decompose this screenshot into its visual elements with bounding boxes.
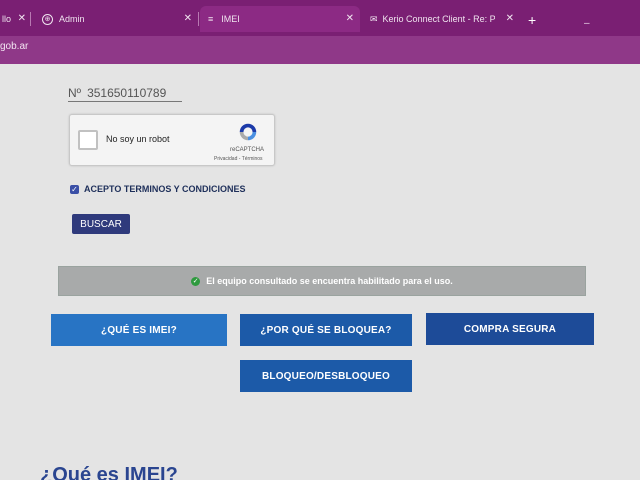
menu-icon: ≡ bbox=[208, 14, 214, 24]
tab-label: llo bbox=[2, 14, 12, 24]
block-unblock-button[interactable]: BLOQUEO/DESBLOQUEO bbox=[240, 360, 412, 392]
recaptcha-widget: No soy un robot reCAPTCHA Privacidad - T… bbox=[69, 114, 275, 166]
close-icon[interactable]: ✕ bbox=[184, 13, 192, 24]
search-button[interactable]: BUSCAR bbox=[72, 214, 130, 234]
imei-input[interactable]: Nº 351650110789 bbox=[68, 84, 182, 102]
recaptcha-brand: reCAPTCHA bbox=[230, 147, 265, 153]
url-text[interactable]: gob.ar bbox=[0, 41, 28, 52]
recaptcha-checkbox[interactable] bbox=[78, 130, 98, 150]
what-is-imei-button[interactable]: ¿QUÉ ES IMEI? bbox=[51, 314, 227, 346]
tab-label: Admin bbox=[59, 14, 85, 24]
terms-checkbox[interactable]: ✓ ACEPTO TERMINOS Y CONDICIONES bbox=[70, 184, 246, 194]
terms-label: ACEPTO TERMINOS Y CONDICIONES bbox=[84, 184, 246, 194]
globe-icon: ⊕ bbox=[42, 13, 53, 25]
imei-value: 351650110789 bbox=[87, 85, 167, 100]
address-bar[interactable]: gob.ar bbox=[0, 36, 640, 64]
status-banner: ✓ El equipo consultado se encuentra habi… bbox=[58, 266, 586, 296]
section-heading: ¿Qué es IMEI? bbox=[40, 464, 178, 480]
mail-icon: ✉ bbox=[370, 13, 378, 24]
imei-prefix: Nº bbox=[68, 85, 82, 100]
recaptcha-label: No soy un robot bbox=[106, 134, 170, 144]
tab-label: IMEI bbox=[221, 14, 240, 24]
close-icon[interactable]: ✕ bbox=[506, 13, 514, 24]
browser-tab-bar: llo ✕ ⊕ Admin ✕ ≡ IMEI ✕ ✉ Kerio Connect… bbox=[0, 0, 640, 36]
close-icon[interactable]: ✕ bbox=[18, 13, 26, 24]
status-message: El equipo consultado se encuentra habili… bbox=[206, 276, 453, 286]
recaptcha-logo-icon bbox=[239, 123, 257, 141]
tab-admin[interactable]: ⊕ Admin ✕ bbox=[34, 6, 199, 32]
safe-purchase-button[interactable]: COMPRA SEGURA bbox=[426, 313, 594, 345]
tab-kerio[interactable]: ✉ Kerio Connect Client - Re: PEDI ✕ bbox=[362, 6, 520, 32]
page-content: Nº 351650110789 No soy un robot reCAPTCH… bbox=[0, 64, 640, 480]
tab-imei[interactable]: ≡ IMEI ✕ bbox=[200, 6, 360, 32]
tab-partial[interactable]: llo ✕ bbox=[0, 6, 31, 32]
checkmark-icon[interactable]: ✓ bbox=[70, 184, 79, 194]
new-tab-button[interactable]: + bbox=[528, 12, 536, 28]
why-blocked-button[interactable]: ¿POR QUÉ SE BLOQUEA? bbox=[240, 314, 412, 346]
recaptcha-links[interactable]: Privacidad - Términos bbox=[214, 156, 263, 162]
check-circle-icon: ✓ bbox=[191, 276, 201, 286]
close-icon[interactable]: ✕ bbox=[346, 13, 354, 24]
minimize-button[interactable]: – bbox=[584, 18, 590, 29]
tab-label: Kerio Connect Client - Re: PEDI bbox=[382, 14, 495, 24]
